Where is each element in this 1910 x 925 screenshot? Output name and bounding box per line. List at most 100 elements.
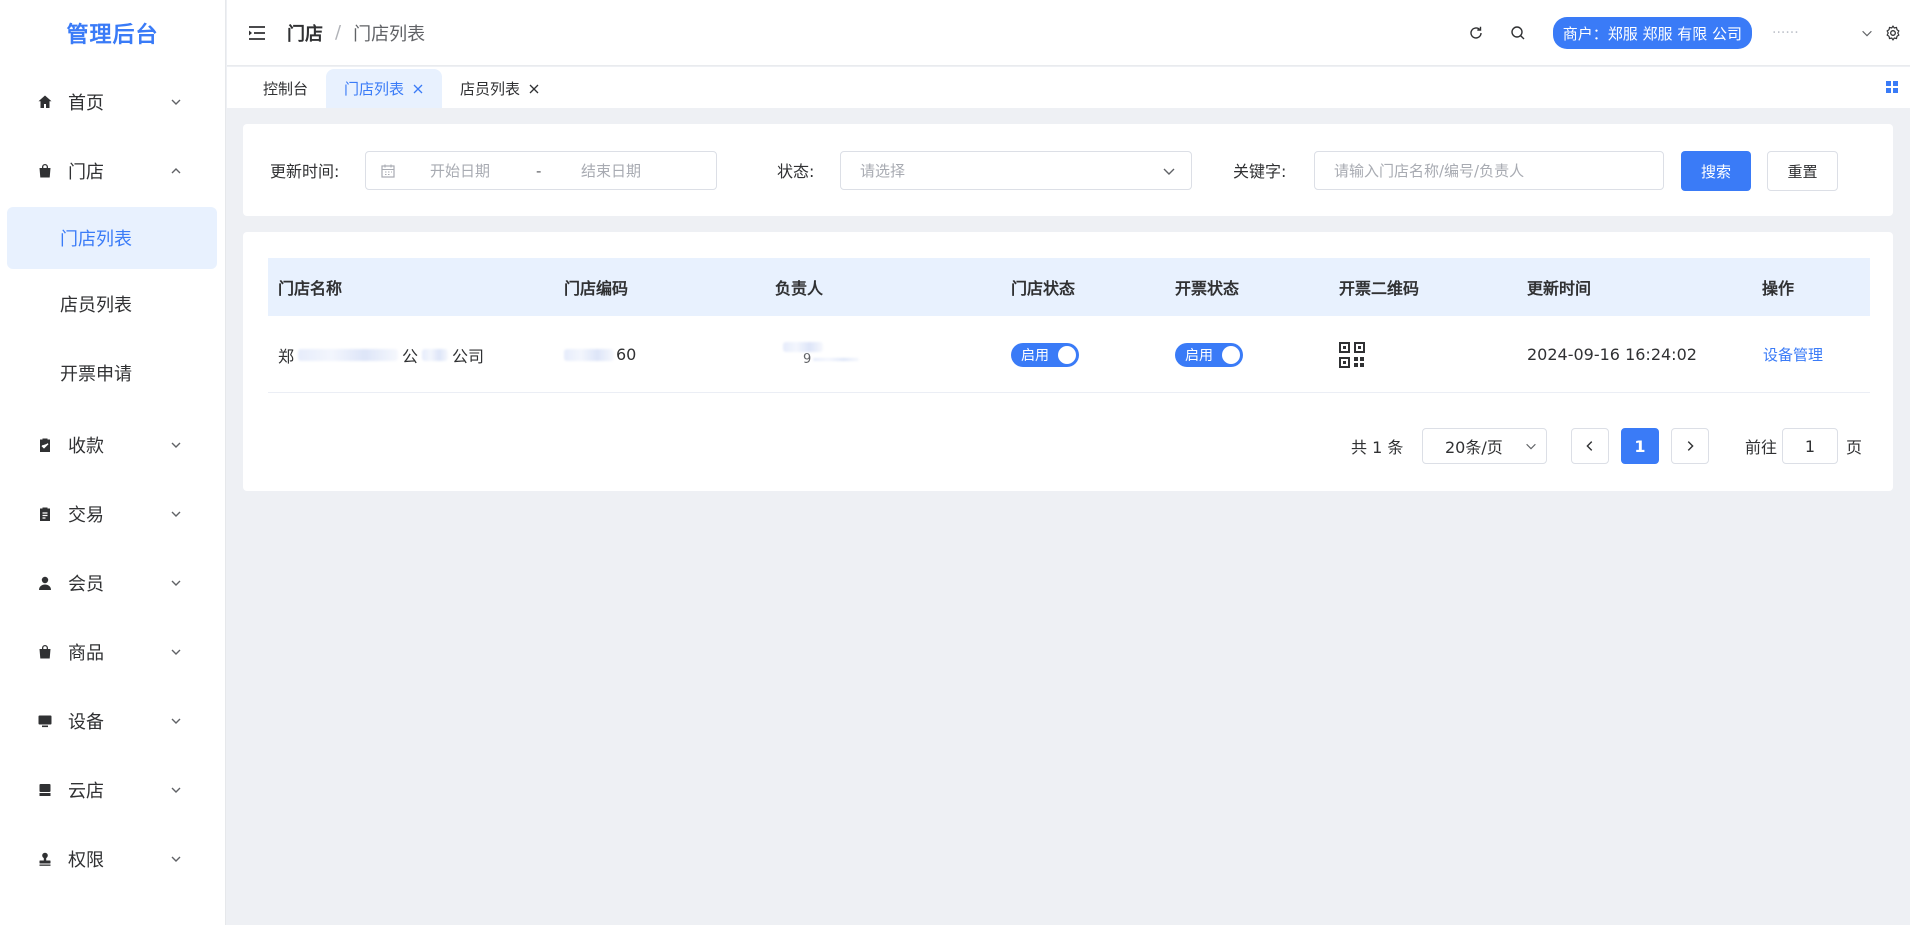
chevron-down-icon xyxy=(171,442,181,448)
store-code-cell: 60 xyxy=(564,316,636,393)
sidebar-item-label: 会员 xyxy=(68,573,104,595)
chevron-down-icon xyxy=(171,718,181,724)
breadcrumb-item: 门店列表 xyxy=(353,23,426,45)
store-table-panel: 门店名称 门店编码 负责人 门店状态 开票状态 开票二维码 更新时间 操作 郑 … xyxy=(243,232,1893,491)
chevron-down-icon xyxy=(171,580,181,586)
sidebar-item-goods[interactable]: 商品 xyxy=(0,617,225,686)
next-page-button[interactable] xyxy=(1671,428,1709,464)
sidebar-item-member[interactable]: 会员 xyxy=(0,548,225,617)
update-time-label: 更新时间: xyxy=(270,162,340,181)
search-icon[interactable] xyxy=(1507,22,1529,44)
sidebar-item-label: 交易 xyxy=(68,504,104,526)
merchant-badge[interactable]: 商户：郑服 郑服 有限 公司 xyxy=(1552,17,1752,49)
qrcode-icon[interactable] xyxy=(1339,341,1365,368)
store-icon xyxy=(36,781,54,799)
grid-menu-icon[interactable] xyxy=(1884,79,1900,95)
search-button[interactable]: 搜索 xyxy=(1681,151,1751,191)
toggle-label: 启用 xyxy=(1021,347,1049,364)
chevron-left-icon xyxy=(1586,441,1593,451)
chevron-down-icon xyxy=(171,787,181,793)
status-select-placeholder: 请选择 xyxy=(860,162,906,180)
top-header: 门店 / 门店列表 商户：郑服 郑服 有限 公司 ······ xyxy=(227,0,1910,66)
invoice-qrcode-cell xyxy=(1339,316,1365,393)
breadcrumb-separator: / xyxy=(335,22,342,43)
store-name-part: 公 xyxy=(402,346,419,366)
tab-store-list[interactable]: 门店列表 xyxy=(326,69,443,108)
sidebar-item-device[interactable]: 设备 xyxy=(0,686,225,755)
sidebar-item-permission[interactable]: 权限 xyxy=(0,824,225,893)
sidebar-item-store[interactable]: 门店 xyxy=(0,138,225,204)
sidebar-item-home[interactable]: 首页 xyxy=(0,66,225,138)
sidebar-item-cloud-store[interactable]: 云店 xyxy=(0,755,225,824)
column-header: 操作 xyxy=(1762,279,1795,298)
redacted-text xyxy=(298,348,399,361)
date-range-picker[interactable]: 开始日期 - 结束日期 xyxy=(365,151,717,190)
chevron-down-icon xyxy=(1526,443,1536,450)
start-date-placeholder: 开始日期 xyxy=(430,162,491,180)
chevron-down-icon xyxy=(171,99,181,105)
refresh-icon[interactable] xyxy=(1465,22,1487,44)
goto-page-input[interactable] xyxy=(1782,428,1838,464)
sidebar-item-label: 门店 xyxy=(68,162,104,183)
column-header: 更新时间 xyxy=(1527,279,1592,298)
app-title: 管理后台 xyxy=(66,23,159,48)
reset-button[interactable]: 重置 xyxy=(1767,151,1838,191)
invoice-status-cell: 启用 xyxy=(1175,316,1243,393)
store-status-toggle[interactable]: 启用 xyxy=(1011,342,1079,367)
range-separator: - xyxy=(536,161,542,180)
manager-cell: 9 xyxy=(775,316,860,393)
tab-label: 控制台 xyxy=(263,80,309,98)
store-submenu: 门店列表 店员列表 开票申请 xyxy=(0,204,225,410)
sidebar-item-label: 首页 xyxy=(68,93,104,114)
page-size-value: 20条/页 xyxy=(1445,438,1503,457)
menu-fold-icon[interactable] xyxy=(246,22,268,44)
bag-icon xyxy=(36,643,54,661)
invoice-status-toggle[interactable]: 启用 xyxy=(1175,342,1243,367)
chevron-right-icon xyxy=(1687,441,1694,451)
goto-label: 前往 xyxy=(1745,438,1778,457)
calendar-icon xyxy=(381,164,395,178)
toggle-knob xyxy=(1222,345,1240,364)
store-name-part: 郑 xyxy=(278,346,295,366)
store-name-part: 公司 xyxy=(452,346,485,366)
prev-page-button[interactable] xyxy=(1571,428,1609,464)
sidebar-item-invoice-apply[interactable]: 开票申请 xyxy=(0,338,225,407)
keyword-input[interactable]: 请输入门店名称/编号/负责人 xyxy=(1314,151,1664,190)
sidebar-item-staff-list[interactable]: 店员列表 xyxy=(0,269,225,338)
tab-staff-list[interactable]: 店员列表 xyxy=(442,69,558,108)
tabs-bar: 控制台 门店列表 店员列表 xyxy=(227,67,1910,108)
device-manage-link[interactable]: 设备管理 xyxy=(1763,344,1823,365)
store-code-part: 60 xyxy=(616,345,637,364)
sidebar: 管理后台 首页 门店 门店列表 店员列表 开票申请 收款 交易 会员 商品 设备… xyxy=(0,0,226,925)
action-cell: 设备管理 xyxy=(1763,316,1823,393)
breadcrumb-item[interactable]: 门店 xyxy=(287,20,323,46)
tab-dashboard[interactable]: 控制台 xyxy=(245,69,326,108)
column-header: 开票二维码 xyxy=(1339,279,1420,298)
redacted-text xyxy=(422,348,449,361)
sidebar-item-label: 商品 xyxy=(68,642,104,664)
close-icon[interactable] xyxy=(412,83,424,95)
page-size-select[interactable]: 20条/页 xyxy=(1422,428,1547,464)
sidebar-item-payment[interactable]: 收款 xyxy=(0,410,225,479)
chevron-down-icon xyxy=(171,649,181,655)
toggle-knob xyxy=(1058,345,1076,364)
user-name[interactable]: ······ xyxy=(1772,25,1850,41)
sidebar-item-label: 收款 xyxy=(68,435,104,457)
close-icon[interactable] xyxy=(528,83,540,95)
clipboard-check-icon xyxy=(36,436,54,454)
end-date-placeholder: 结束日期 xyxy=(581,162,642,180)
tab-label: 门店列表 xyxy=(344,80,405,98)
page-number-button[interactable]: 1 xyxy=(1621,428,1659,464)
sidebar-item-store-list[interactable]: 门店列表 xyxy=(7,207,217,269)
table-header: 门店名称 门店编码 负责人 门店状态 开票状态 开票二维码 更新时间 操作 xyxy=(268,258,1870,316)
status-label: 状态: xyxy=(777,162,815,181)
status-select[interactable]: 请选择 xyxy=(840,151,1192,190)
keyword-placeholder: 请输入门店名称/编号/负责人 xyxy=(1334,162,1525,180)
gear-icon[interactable] xyxy=(1882,22,1904,44)
chevron-down-icon[interactable] xyxy=(1856,22,1878,44)
store-status-cell: 启用 xyxy=(1011,316,1079,393)
manager-phone-part: 9 xyxy=(803,352,812,367)
updated-time-cell: 2024-09-16 16:24:02 xyxy=(1527,345,1697,364)
sidebar-item-transaction[interactable]: 交易 xyxy=(0,479,225,548)
stamp-icon xyxy=(36,850,54,868)
